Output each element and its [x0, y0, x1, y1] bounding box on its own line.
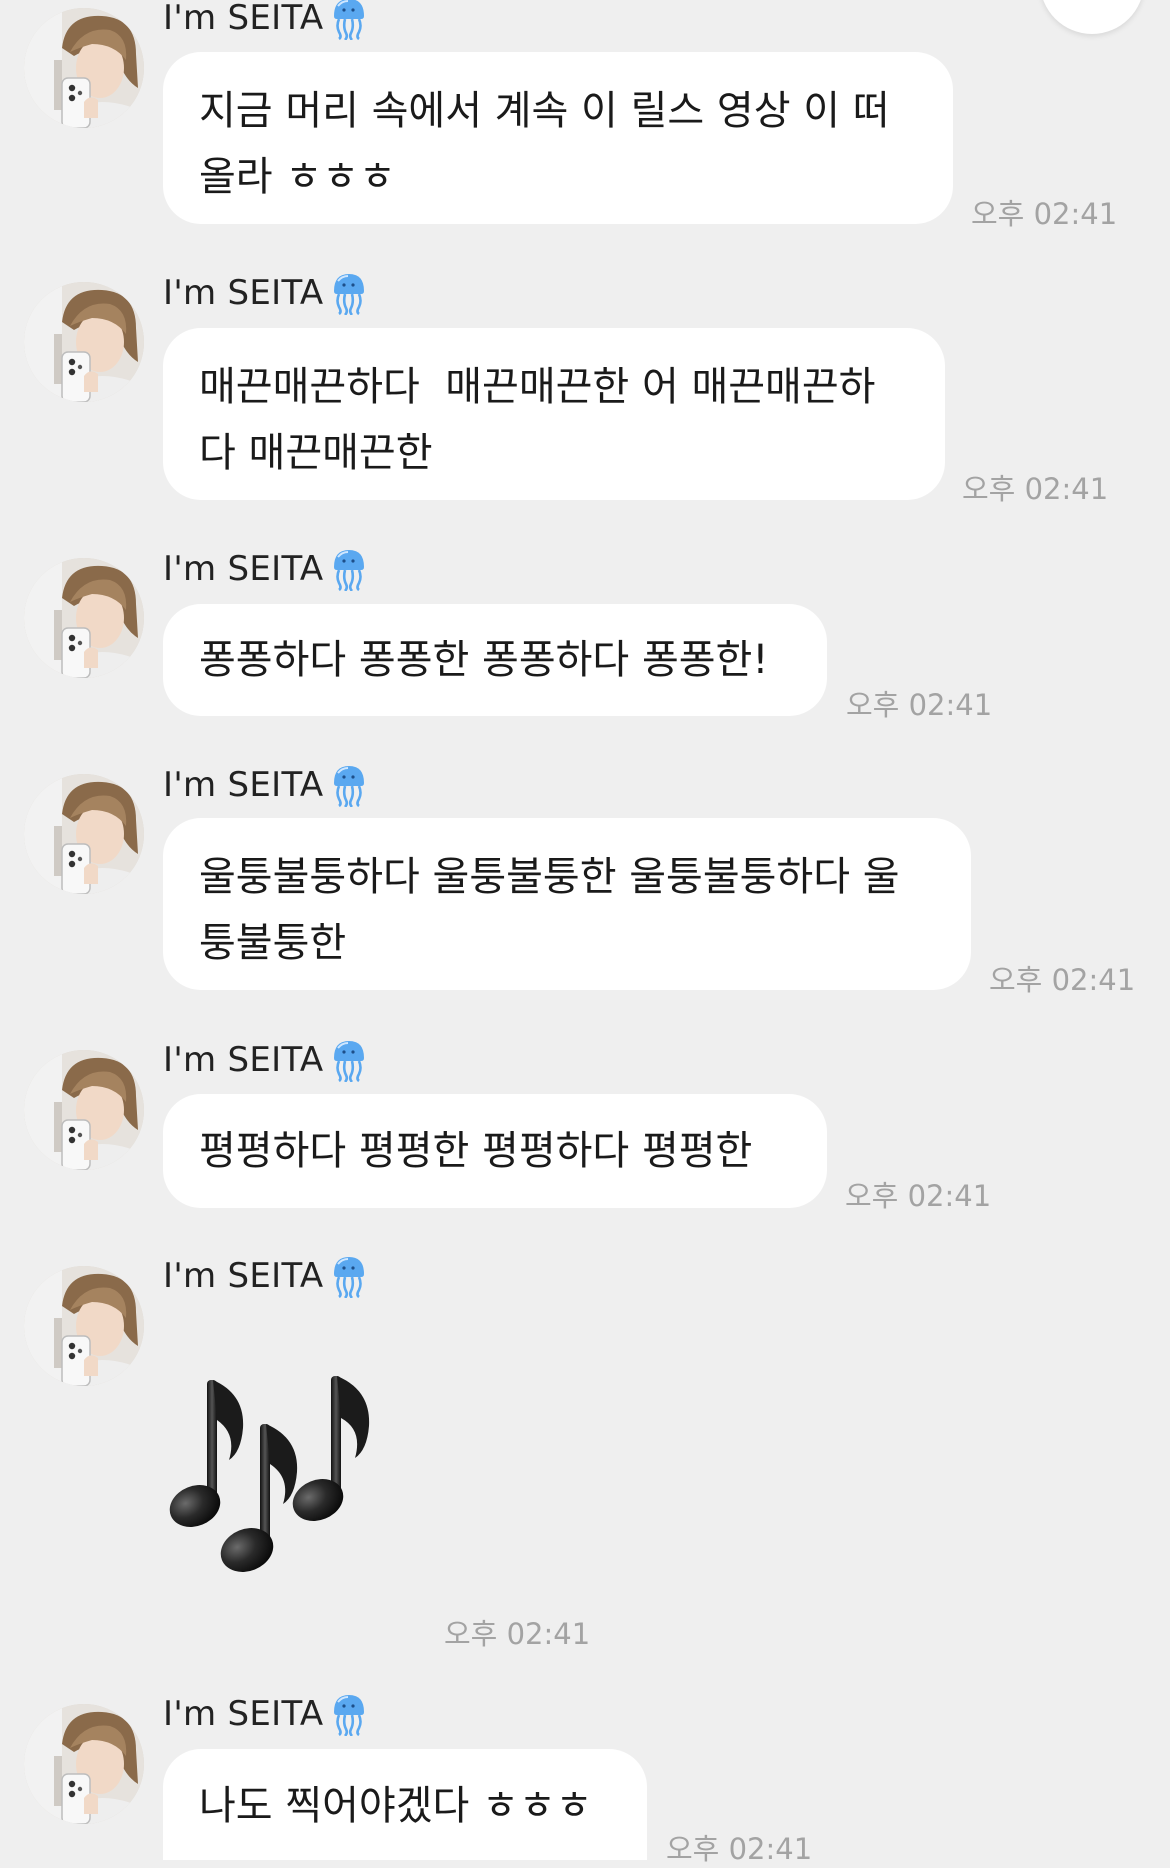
message-bubble[interactable]: 지금 머리 속에서 계속 이 릴스 영상 이 떠 올라 ㅎㅎㅎ — [163, 52, 953, 224]
sender-name-row: I'm SEITA — [163, 547, 367, 591]
message-timestamp: 오후 02:41 — [845, 1179, 992, 1213]
message-timestamp: 오후 02:41 — [989, 963, 1136, 997]
sender-name: I'm SEITA — [163, 1256, 324, 1296]
message-bubble[interactable]: 평평하다 평평한 평평하다 평평한 — [163, 1094, 827, 1208]
message-bubble[interactable]: 울퉁불퉁하다 울퉁불퉁한 울퉁불퉁하다 울 퉁불퉁한 — [163, 818, 971, 990]
jellyfish-icon — [331, 1254, 367, 1298]
avatar[interactable] — [24, 774, 144, 894]
avatar[interactable] — [24, 1266, 144, 1386]
musical-notes-sticker[interactable] — [165, 1368, 395, 1598]
avatar[interactable] — [24, 1050, 144, 1170]
message-timestamp: 오후 02:41 — [846, 688, 993, 722]
message-timestamp: 오후 02:41 — [444, 1617, 591, 1651]
sender-name-row: I'm SEITA — [163, 1254, 367, 1298]
chat-thread[interactable]: I'm SEITA 지금 머리 속에서 계속 이 릴스 영상 이 떠 올라 ㅎㅎ… — [0, 0, 1170, 1866]
avatar[interactable] — [24, 8, 144, 128]
jellyfish-icon — [331, 547, 367, 591]
sender-name: I'm SEITA — [163, 1694, 324, 1734]
jellyfish-icon — [331, 1692, 367, 1736]
avatar[interactable] — [24, 1704, 144, 1824]
sender-name: I'm SEITA — [163, 0, 324, 38]
jellyfish-icon — [331, 0, 367, 40]
avatar[interactable] — [24, 282, 144, 402]
message-timestamp: 오후 02:41 — [666, 1832, 813, 1866]
sender-name-row: I'm SEITA — [163, 0, 367, 40]
jellyfish-icon — [331, 271, 367, 315]
message-timestamp: 오후 02:41 — [962, 472, 1109, 506]
sender-name: I'm SEITA — [163, 549, 324, 589]
message-bubble[interactable]: 매끈매끈하다 매끈매끈한 어 매끈매끈하 다 매끈매끈한 — [163, 328, 945, 500]
sender-name: I'm SEITA — [163, 765, 324, 805]
sender-name-row: I'm SEITA — [163, 1692, 367, 1736]
jellyfish-icon — [331, 1038, 367, 1082]
avatar[interactable] — [24, 558, 144, 678]
sender-name-row: I'm SEITA — [163, 763, 367, 807]
sender-name-row: I'm SEITA — [163, 1038, 367, 1082]
message-bubble[interactable]: 퐁퐁하다 퐁퐁한 퐁퐁하다 퐁퐁한! — [163, 604, 827, 716]
sender-name: I'm SEITA — [163, 273, 324, 313]
message-timestamp: 오후 02:41 — [971, 197, 1118, 231]
message-bubble[interactable]: 나도 찍어야겠다 ㅎㅎㅎ — [163, 1749, 647, 1860]
reaction-button[interactable] — [1040, 0, 1144, 34]
sender-name-row: I'm SEITA — [163, 271, 367, 315]
jellyfish-icon — [331, 763, 367, 807]
sender-name: I'm SEITA — [163, 1040, 324, 1080]
